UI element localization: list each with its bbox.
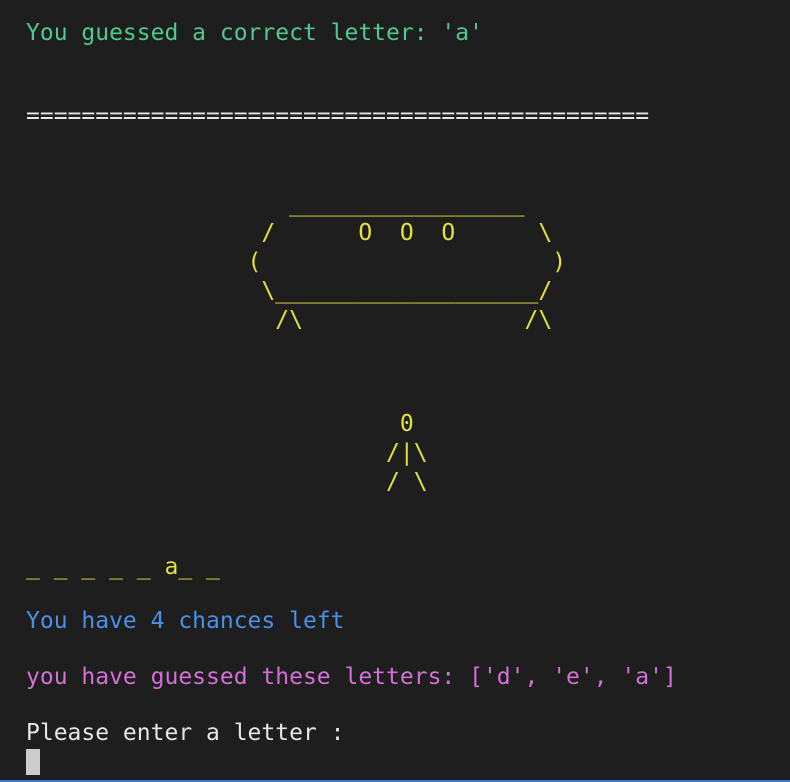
ufo-ascii-art: _________________ / O O O \ ( ) \_______… (247, 191, 567, 333)
stick-figure-ascii-art: 0 /|\ / \ (386, 411, 428, 495)
guessed-letters-text: you have guessed these letters: ['d', 'e… (26, 664, 677, 690)
feedback-message: You guessed a correct letter: 'a' (26, 20, 483, 46)
word-progress: _ _ _ _ _ a_ _ (26, 554, 220, 580)
chances-left-text: You have 4 chances left (26, 608, 345, 634)
separator-line: ========================================… (26, 103, 650, 129)
text-cursor[interactable] (26, 749, 40, 775)
terminal-window[interactable]: You guessed a correct letter: 'a' ======… (0, 0, 790, 782)
input-prompt: Please enter a letter : (26, 720, 345, 746)
